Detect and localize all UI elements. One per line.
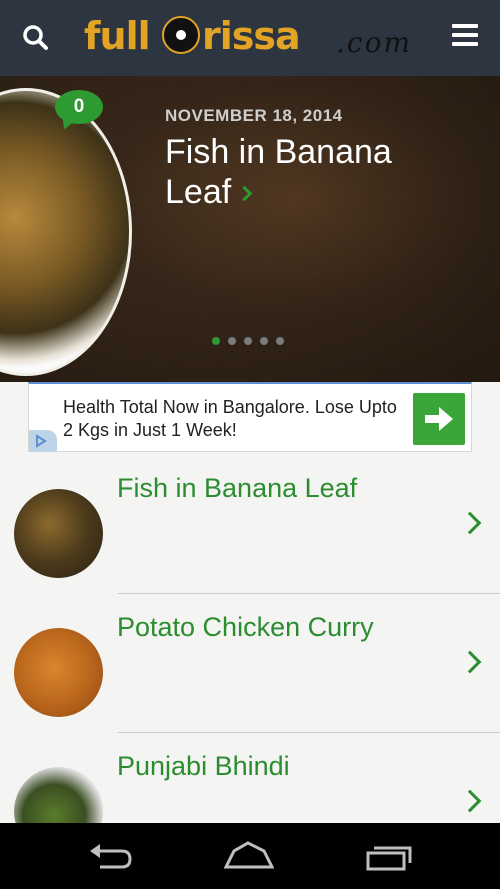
system-navigation-bar xyxy=(0,823,500,889)
slider-dot-3[interactable] xyxy=(244,337,252,345)
logo-suffix: .com xyxy=(336,26,412,59)
article-thumbnail xyxy=(14,628,103,717)
adchoices-icon[interactable] xyxy=(29,430,57,452)
list-item[interactable]: Potato Chicken Curry xyxy=(0,594,500,733)
slider-dot-2[interactable] xyxy=(228,337,236,345)
ad-text: Health Total Now in Bangalore. Lose Upto… xyxy=(63,397,397,440)
hero-date: NOVEMBER 18, 2014 xyxy=(165,106,343,125)
article-list: Fish in Banana Leaf Potato Chicken Curry… xyxy=(0,455,500,872)
chevron-right-icon xyxy=(458,511,482,535)
article-title: Potato Chicken Curry xyxy=(117,612,374,642)
ad-banner[interactable]: Health Total Now in Bangalore. Lose Upto… xyxy=(28,382,472,452)
slider-dot-1[interactable] xyxy=(212,337,220,345)
search-icon[interactable] xyxy=(18,20,54,56)
recents-icon[interactable] xyxy=(364,841,414,871)
arrow-right-icon[interactable] xyxy=(413,393,465,445)
logo-word: full xyxy=(84,14,151,58)
slider-pagination xyxy=(212,332,292,345)
site-logo[interactable]: full rissa .com xyxy=(84,10,420,66)
list-item[interactable]: Fish in Banana Leaf xyxy=(0,455,500,594)
menu-line xyxy=(452,24,478,28)
slider-dot-4[interactable] xyxy=(260,337,268,345)
hero-title-link[interactable]: Fish in Banana Leaf xyxy=(165,132,465,212)
chevron-right-icon xyxy=(236,185,253,202)
featured-slider[interactable]: 0 NOVEMBER 18, 2014 Fish in Banana Leaf xyxy=(0,76,500,382)
article-thumbnail xyxy=(14,489,103,578)
hamburger-menu-icon[interactable] xyxy=(452,24,478,50)
hero-title: Fish in Banana Leaf xyxy=(165,133,392,211)
comment-count-badge[interactable]: 0 xyxy=(55,90,103,124)
article-title: Fish in Banana Leaf xyxy=(117,473,358,503)
menu-line xyxy=(452,42,478,46)
article-title: Punjabi Bhindi xyxy=(117,751,290,781)
slider-dot-5[interactable] xyxy=(276,337,284,345)
back-icon[interactable] xyxy=(86,841,136,871)
logo-eight-ball-icon xyxy=(162,16,200,54)
chevron-right-icon xyxy=(458,650,482,674)
chevron-right-icon xyxy=(458,789,482,813)
menu-line xyxy=(452,33,478,37)
logo-word-2: rissa xyxy=(202,14,301,58)
app-screen: full rissa .com 0 NOVEMBER 18, 2014 Fish… xyxy=(0,0,500,889)
home-icon[interactable] xyxy=(223,841,275,871)
top-bar: full rissa .com xyxy=(0,0,500,76)
